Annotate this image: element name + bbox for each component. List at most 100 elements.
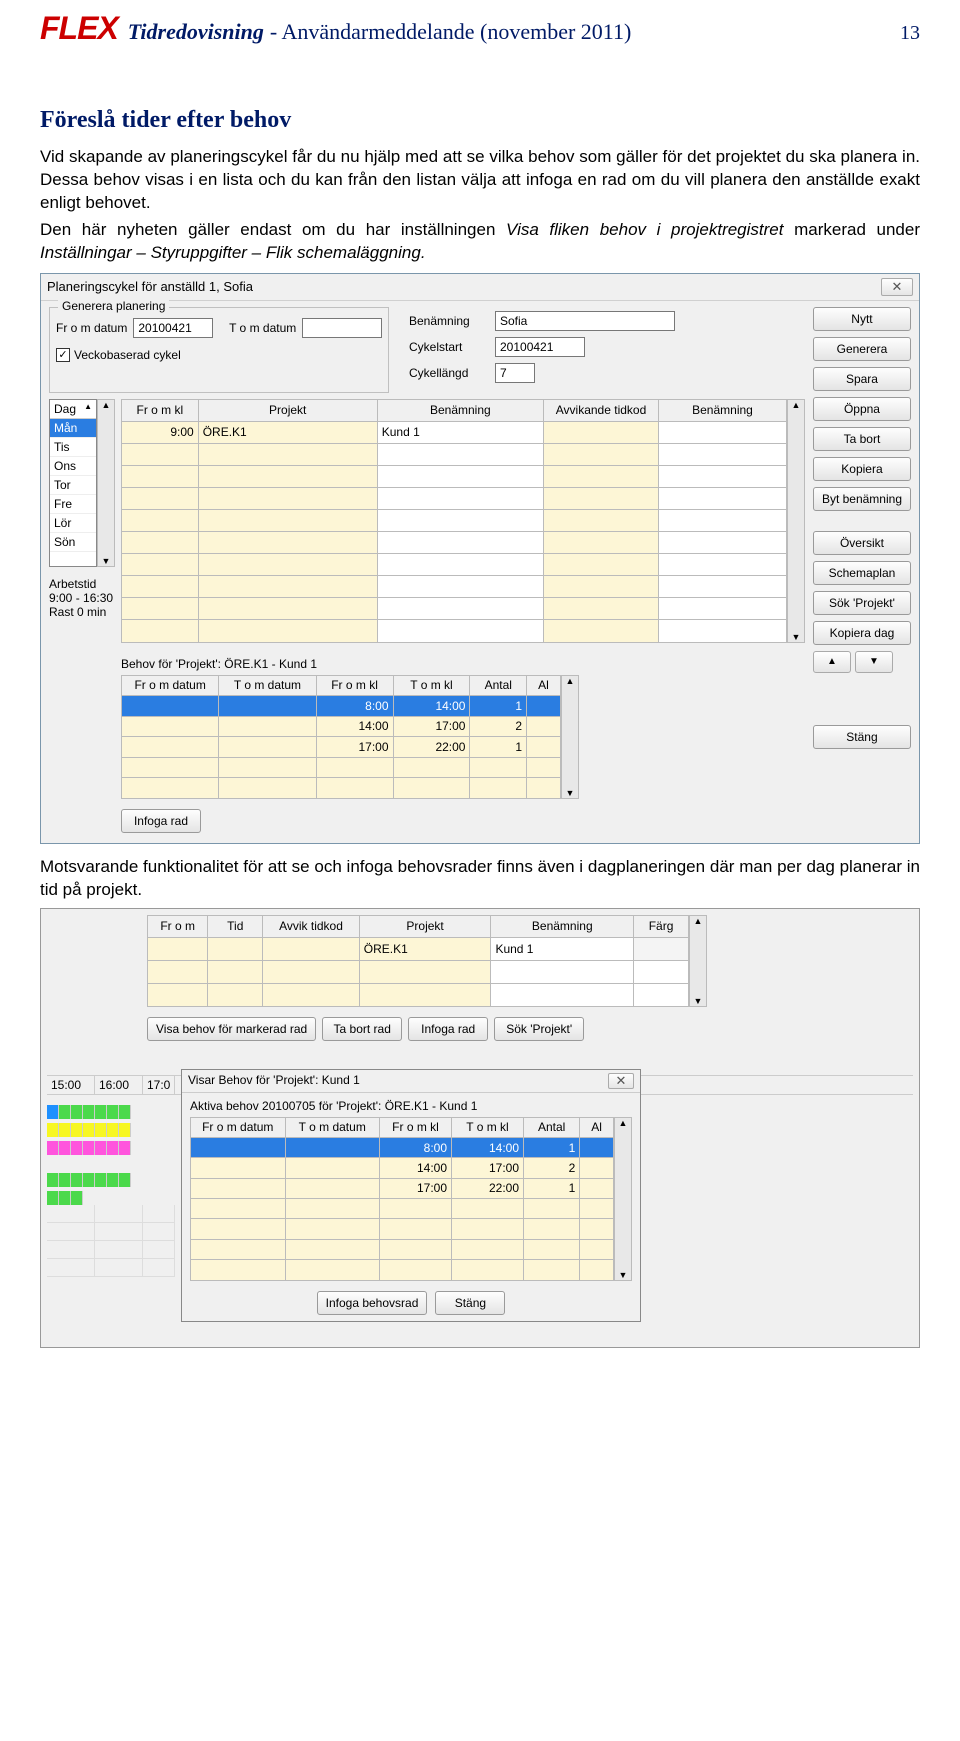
table-row xyxy=(122,465,787,487)
p2-mid: markerad under xyxy=(783,220,920,239)
popup-infoga-button[interactable]: Infoga behovsrad xyxy=(317,1291,428,1315)
oppna-button[interactable]: Öppna xyxy=(813,397,911,421)
oversikt-button[interactable]: Översikt xyxy=(813,531,911,555)
dag-scrollbar[interactable]: ▲▼ xyxy=(689,915,707,1007)
popup-row xyxy=(191,1219,614,1239)
kopiera-button[interactable]: Kopiera xyxy=(813,457,911,481)
infoga-rad-button[interactable]: Infoga rad xyxy=(121,809,201,833)
arbetstid-value: 9:00 - 16:30 xyxy=(49,591,115,605)
dagplanering-panel: Fr o m Tid Avvik tidkod Projekt Benämnin… xyxy=(40,908,920,1348)
col-projekt: Projekt xyxy=(198,399,377,421)
dag-row xyxy=(148,961,689,984)
dag-col-from: Fr o m xyxy=(148,915,208,938)
time-15: 15:00 xyxy=(47,1076,95,1094)
popup-stang-button[interactable]: Stäng xyxy=(435,1291,505,1315)
cykelstart-input[interactable]: 20100421 xyxy=(495,337,585,357)
behov-row[interactable]: 14:00 17:00 2 xyxy=(122,716,561,737)
popup-row[interactable]: 8:00 14:00 1 xyxy=(191,1137,614,1157)
day-wed[interactable]: Ons xyxy=(50,457,96,476)
ph-tomd: T o m datum xyxy=(285,1117,380,1137)
day-fri[interactable]: Fre xyxy=(50,495,96,514)
col-fromkl: Fr o m kl xyxy=(122,399,199,421)
day-sun[interactable]: Sön xyxy=(50,533,96,552)
move-down-button[interactable]: ▼ xyxy=(855,651,893,673)
table-row xyxy=(122,532,787,554)
p2-i2: Inställningar – Styruppgifter – Flik sch… xyxy=(40,243,426,262)
bh-col-antal: Antal xyxy=(470,675,527,696)
popup-row xyxy=(191,1199,614,1219)
infoga-rad-button2[interactable]: Infoga rad xyxy=(408,1017,488,1041)
planning-cycle-dialog: Planeringscykel för anställd 1, Sofia ✕ … xyxy=(40,273,920,844)
schemaplan-button[interactable]: Schemaplan xyxy=(813,561,911,585)
planning-table[interactable]: Fr o m kl Projekt Benämning Avvikande ti… xyxy=(121,399,787,643)
tabort-rad-button[interactable]: Ta bort rad xyxy=(322,1017,402,1041)
page-header: FLEX Tidredovisning - Användarmeddelande… xyxy=(0,0,960,47)
benamning-label: Benämning xyxy=(409,314,489,328)
week-based-checkbox[interactable]: ✓ Veckobaserad cykel xyxy=(56,348,382,362)
popup-subtitle: Aktiva behov 20100705 för 'Projekt': ÖRE… xyxy=(190,1099,632,1113)
rast-value: Rast 0 min xyxy=(49,605,115,619)
table-row[interactable]: 9:00 ÖRE.K1 Kund 1 xyxy=(122,421,787,443)
visa-behov-button[interactable]: Visa behov för markerad rad xyxy=(147,1017,316,1041)
spara-button[interactable]: Spara xyxy=(813,367,911,391)
behov-row xyxy=(122,778,561,799)
bytbenamning-button[interactable]: Byt benämning xyxy=(813,487,911,511)
benamning-input[interactable]: Sofia xyxy=(495,311,675,331)
day-tue[interactable]: Tis xyxy=(50,438,96,457)
behov-table[interactable]: Fr o m datum T o m datum Fr o m kl T o m… xyxy=(121,675,561,799)
from-date-input[interactable]: 20100421 xyxy=(133,318,213,338)
day-mon[interactable]: Mån xyxy=(50,419,96,438)
p2-i1: Visa fliken behov i projektregistret xyxy=(506,220,783,239)
from-date-label: Fr o m datum xyxy=(56,321,127,335)
popup-scrollbar[interactable]: ▲▼ xyxy=(614,1117,632,1281)
behov-row[interactable]: 8:00 14:00 1 xyxy=(122,696,561,717)
close-icon[interactable]: ✕ xyxy=(881,278,913,296)
tom-date-label: T o m datum xyxy=(229,321,296,335)
nytt-button[interactable]: Nytt xyxy=(813,307,911,331)
dag-row[interactable]: ÖRE.K1 Kund 1 xyxy=(148,938,689,961)
arbetstid-label: Arbetstid xyxy=(49,577,115,591)
behov-row xyxy=(122,757,561,778)
tabort-button[interactable]: Ta bort xyxy=(813,427,911,451)
popup-title: Visar Behov för 'Projekt': Kund 1 xyxy=(188,1073,360,1089)
cykellangd-input[interactable]: 7 xyxy=(495,363,535,383)
group-label: Generera planering xyxy=(58,299,169,313)
behov-row[interactable]: 17:00 22:00 1 xyxy=(122,737,561,758)
day-thu[interactable]: Tor xyxy=(50,476,96,495)
dag-col-benamning: Benämning xyxy=(491,915,634,938)
kopiera-dag-button[interactable]: Kopiera dag xyxy=(813,621,911,645)
sok-projekt-button2[interactable]: Sök 'Projekt' xyxy=(494,1017,584,1041)
bh-col-tomd: T o m datum xyxy=(219,675,316,696)
day-list[interactable]: Dag▲ Mån Tis Ons Tor Fre Lör Sön xyxy=(49,399,97,567)
day-sat[interactable]: Lör xyxy=(50,514,96,533)
ph-fromkl: Fr o m kl xyxy=(380,1117,452,1137)
stang-button[interactable]: Stäng xyxy=(813,725,911,749)
col-benamning2: Benämning xyxy=(659,399,787,421)
tom-date-input[interactable] xyxy=(302,318,382,338)
popup-row[interactable]: 14:00 17:00 2 xyxy=(191,1158,614,1178)
page-number: 13 xyxy=(900,22,920,45)
col-avvikande: Avvikande tidkod xyxy=(543,399,658,421)
dag-table[interactable]: Fr o m Tid Avvik tidkod Projekt Benämnin… xyxy=(147,915,689,1007)
generera-button[interactable]: Generera xyxy=(813,337,911,361)
cykellangd-label: Cykellängd xyxy=(409,366,489,380)
dag-col-tid: Tid xyxy=(208,915,263,938)
paragraph-1: Vid skapande av planeringscykel får du n… xyxy=(40,146,920,215)
bh-col-fromkl: Fr o m kl xyxy=(316,675,393,696)
dialog-title: Planeringscykel för anställd 1, Sofia xyxy=(47,279,881,294)
time-17: 17:0 xyxy=(143,1076,175,1094)
paragraph-3: Motsvarande funktionalitet för att se oc… xyxy=(40,856,920,902)
table-row xyxy=(122,576,787,598)
popup-close-icon[interactable]: ✕ xyxy=(608,1073,634,1089)
plan-scrollbar[interactable]: ▲▼ xyxy=(787,399,805,643)
sok-projekt-button[interactable]: Sök 'Projekt' xyxy=(813,591,911,615)
popup-row[interactable]: 17:00 22:00 1 xyxy=(191,1178,614,1198)
popup-table[interactable]: Fr o m datum T o m datum Fr o m kl T o m… xyxy=(190,1117,614,1281)
bh-col-fromd: Fr o m datum xyxy=(122,675,219,696)
day-list-scrollbar[interactable]: ▲▼ xyxy=(97,399,115,567)
cell-ben: Kund 1 xyxy=(377,421,543,443)
dialog-button-column: Nytt Generera Spara Öppna Ta bort Kopier… xyxy=(813,307,911,833)
behov-scrollbar[interactable]: ▲▼ xyxy=(561,675,579,799)
move-up-button[interactable]: ▲ xyxy=(813,651,851,673)
checkbox-icon: ✓ xyxy=(56,348,70,362)
